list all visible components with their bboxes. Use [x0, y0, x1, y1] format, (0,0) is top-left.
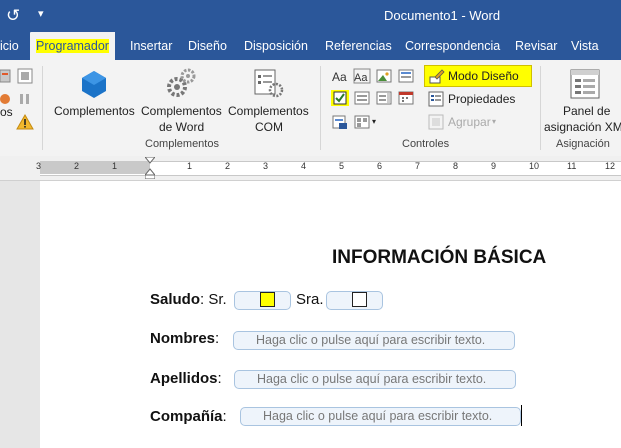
text-cursor [521, 405, 522, 426]
ruler-number: 3 [263, 161, 269, 171]
record-macro-icon[interactable] [17, 68, 33, 84]
warning-icon[interactable] [16, 114, 34, 130]
rich-text-control-icon[interactable]: Aa [331, 68, 349, 84]
complementos-button[interactable]: Complementos [54, 103, 135, 119]
group-separator [320, 66, 321, 150]
nombres-label-bold: Nombres [150, 330, 216, 347]
ruler-number: 3 [36, 161, 42, 171]
ruler-number: 5 [339, 161, 345, 171]
saludo-sr-text: : Sr. [200, 291, 227, 308]
ruler-number: 1 [112, 161, 118, 171]
ruler-number: 6 [377, 161, 383, 171]
group-separator [42, 66, 43, 150]
group-label-asignacion: Asignación [556, 138, 610, 150]
compania-label: Compañía: [150, 408, 227, 425]
window-title: Documento1 - Word [384, 8, 501, 23]
ribbon-tabs: icio Programador Insertar Diseño Disposi… [0, 32, 621, 60]
macro-security-label[interactable]: os [0, 104, 13, 120]
document-background [0, 181, 40, 448]
com-addins-button-line2[interactable]: COM [255, 119, 283, 135]
picture-control-icon[interactable] [375, 68, 393, 84]
properties-icon[interactable] [428, 91, 444, 107]
ruler-margin [40, 161, 150, 174]
tab-disposicion[interactable]: Disposición [244, 32, 308, 60]
compania-label-bold: Compañía [150, 408, 223, 425]
tab-insertar[interactable]: Insertar [130, 32, 172, 60]
modo-diseno-label: Modo Diseño [448, 69, 519, 83]
xml-mapping-button-line2[interactable]: asignación XM [544, 119, 621, 135]
word-addins-button-line1[interactable]: Complementos [141, 103, 222, 119]
date-picker-control-icon[interactable] [397, 90, 415, 106]
title-bar: ↺ ▾ Documento1 - Word [0, 0, 621, 32]
building-block-control-icon[interactable] [397, 68, 415, 84]
ruler-number: 11 [567, 161, 577, 171]
ruler-number: 8 [453, 161, 459, 171]
tab-programador-label: Programador [36, 39, 109, 53]
indent-marker-icon[interactable] [145, 157, 155, 179]
word-addins-gear-icon[interactable] [165, 67, 197, 99]
legacy-tools-icon[interactable] [353, 114, 371, 130]
agrupar-dropdown-icon[interactable]: ▾ [492, 114, 496, 130]
combo-box-control-icon[interactable] [353, 90, 371, 106]
plain-text-control-icon[interactable]: Aa [353, 68, 371, 84]
ruler-number: 9 [491, 161, 497, 171]
tab-inicio[interactable]: icio [0, 32, 19, 60]
compania-colon: : [222, 408, 227, 425]
group-icon[interactable] [428, 114, 444, 130]
com-addins-button-line1[interactable]: Complementos [228, 103, 309, 119]
agrupar-button[interactable]: Agrupar [448, 114, 491, 130]
xml-mapping-pane-icon[interactable] [569, 68, 601, 100]
design-mode-icon [429, 69, 445, 84]
apellidos-colon: : [217, 370, 222, 387]
undo-icon[interactable]: ↺ [6, 6, 20, 26]
sra-label: Sra. [296, 291, 324, 308]
apellidos-label-bold: Apellidos [150, 370, 218, 387]
customize-qat-icon[interactable]: ▾ [38, 7, 44, 20]
macro-icon[interactable] [0, 68, 12, 84]
repeating-section-control-icon[interactable] [331, 114, 349, 130]
sr-checkbox[interactable] [260, 292, 275, 307]
ruler-number: 12 [605, 161, 616, 171]
tab-referencias[interactable]: Referencias [325, 32, 392, 60]
group-separator [540, 66, 541, 150]
ruler-number: 7 [415, 161, 421, 171]
ruler-number: 2 [74, 161, 80, 171]
com-addins-icon[interactable] [252, 67, 284, 99]
ruler-number: 4 [301, 161, 307, 171]
ruler-number: 2 [225, 161, 231, 171]
pause-icon[interactable] [17, 93, 33, 105]
saludo-label-bold: Saludo [150, 291, 201, 308]
horizontal-ruler[interactable]: 3 2 1 1 2 3 4 5 6 7 8 9 10 11 12 [0, 156, 621, 181]
store-addins-icon[interactable] [79, 69, 109, 99]
tab-correspondencia[interactable]: Correspondencia [405, 32, 500, 60]
word-addins-button-line2[interactable]: de Word [159, 119, 204, 135]
compania-placeholder[interactable]: Haga clic o pulse aquí para escribir tex… [263, 409, 492, 423]
svg-text:Aa: Aa [332, 70, 347, 84]
saludo-label: Saludo: Sr. [150, 291, 227, 308]
tab-revisar[interactable]: Revisar [515, 32, 557, 60]
nombres-placeholder[interactable]: Haga clic o pulse aquí para escribir tex… [256, 333, 485, 347]
group-label-complementos: Complementos [145, 138, 219, 150]
svg-text:Aa: Aa [354, 72, 368, 84]
nombres-label: Nombres: [150, 330, 219, 347]
ribbon: os Complementos Complementos de Word Com… [0, 60, 621, 157]
modo-diseno-button[interactable]: Modo Diseño [424, 65, 532, 87]
document-heading: INFORMACIÓN BÁSICA [332, 247, 547, 268]
tab-diseno[interactable]: Diseño [188, 32, 227, 60]
xml-mapping-button-line1[interactable]: Panel de [563, 103, 610, 119]
tab-vista[interactable]: Vista [571, 32, 599, 60]
legacy-tools-dropdown-icon[interactable]: ▾ [372, 114, 376, 130]
sra-checkbox[interactable] [352, 292, 367, 307]
dropdown-list-control-icon[interactable] [375, 90, 393, 106]
group-label-controles: Controles [402, 138, 450, 150]
ruler-number: 1 [187, 161, 193, 171]
ruler-number: 10 [529, 161, 540, 171]
nombres-colon: : [215, 330, 220, 347]
checkbox-control-icon[interactable] [331, 90, 349, 106]
tab-programador[interactable]: Programador [30, 32, 115, 60]
propiedades-button[interactable]: Propiedades [448, 91, 515, 107]
apellidos-placeholder[interactable]: Haga clic o pulse aquí para escribir tex… [257, 372, 486, 386]
apellidos-label: Apellidos: [150, 370, 222, 387]
